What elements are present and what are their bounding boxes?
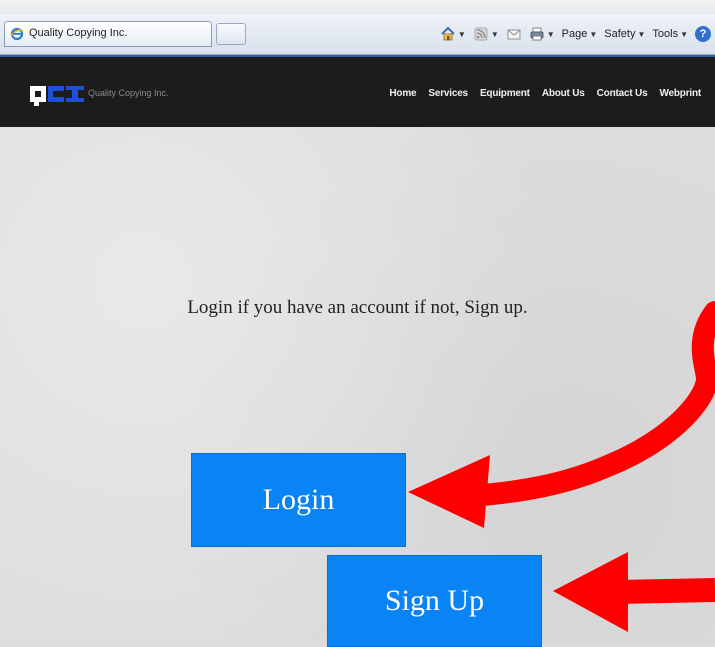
signup-button[interactable]: Sign Up [327,555,542,647]
home-icon [440,26,456,42]
home-caret-icon: ▼ [457,29,466,39]
page-caret-icon: ▼ [589,29,598,39]
print-button[interactable]: ▼ [529,26,555,42]
tools-menu-label: Tools [652,28,679,40]
mail-button[interactable] [506,26,522,42]
brand-name: Quality Copying Inc. [88,88,169,98]
login-prompt: Login if you have an account if not, Sig… [187,297,528,318]
browser-tab-title: Quality Copying Inc. [29,27,128,39]
nav-about-us[interactable]: About Us [542,88,585,99]
command-bar: ▼ ▼ ▼ Page ▼ Safety ▼ Tools ▼ ? [440,24,711,44]
login-button[interactable]: Login [191,453,406,547]
page-menu-label: Page [561,28,588,40]
page-menu[interactable]: Page ▼ [562,28,598,40]
nav-home[interactable]: Home [389,88,416,99]
ie-favicon-icon [10,27,24,41]
mail-icon [506,26,522,42]
nav-contact-us[interactable]: Contact Us [597,88,648,99]
safety-menu-label: Safety [604,28,636,40]
window-top-strip [0,0,715,14]
browser-tab[interactable]: Quality Copying Inc. [4,21,212,47]
page-content: Login if you have an account if not, Sig… [0,127,715,647]
nav-webprint[interactable]: Webprint [659,88,701,99]
safety-menu[interactable]: Safety ▼ [604,28,645,40]
nav-services[interactable]: Services [428,88,468,99]
site-header: Quality Copying Inc. Home Services Equip… [0,55,715,127]
home-button[interactable]: ▼ [440,26,466,42]
browser-tab-row: Quality Copying Inc. ▼ ▼ ▼ Page ▼ Safety… [0,14,715,55]
qci-logo-icon[interactable] [30,82,86,108]
tools-menu[interactable]: Tools ▼ [652,28,688,40]
print-caret-icon: ▼ [546,29,555,39]
main-nav: Home Services Equipment About Us Contact… [389,88,701,99]
feeds-icon [473,26,489,42]
tools-caret-icon: ▼ [680,29,688,39]
safety-caret-icon: ▼ [637,29,646,39]
feeds-caret-icon: ▼ [490,29,499,39]
new-tab-button[interactable] [216,23,246,45]
feeds-button[interactable]: ▼ [473,26,499,42]
nav-equipment[interactable]: Equipment [480,88,530,99]
printer-icon [529,26,545,42]
help-icon[interactable]: ? [695,26,711,42]
